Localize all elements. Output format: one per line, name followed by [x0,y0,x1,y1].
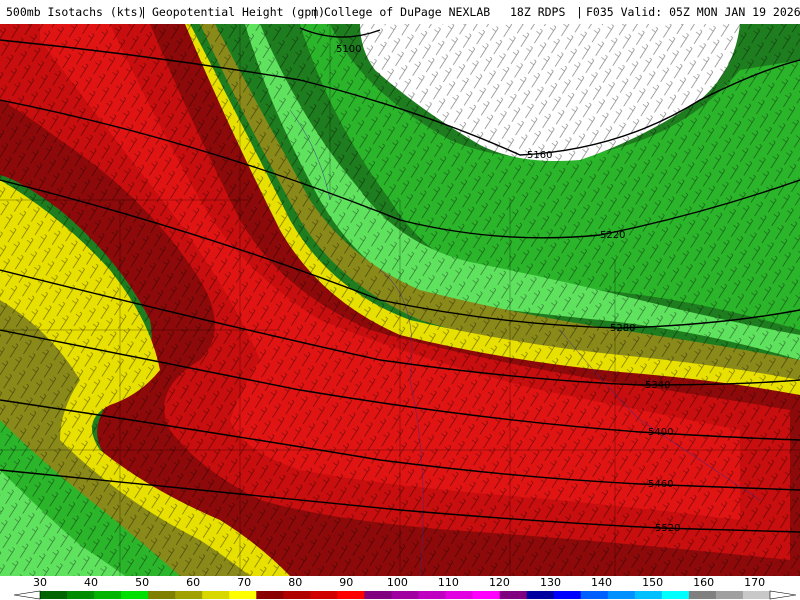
colorbar-swatch [418,591,447,599]
colorbar-swatch [688,591,717,599]
header-sep-2: | [312,5,319,19]
header-forecast: F035 Valid: 05Z MON JAN 19 2026 [586,5,800,19]
header-model: 18Z RDPS [510,5,565,19]
colorbar-swatch [67,591,95,599]
colorbar-ticks: 30 40 50 60 70 80 90 100 110 120 130 140 150 160 170 [33,576,765,589]
colorbar-swatch [661,591,690,599]
colorbar-tick-label: 90 [339,576,353,589]
contour-label-5340: 5340 [645,380,670,391]
colorbar: 30 40 50 60 70 80 90 100 110 120 130 140 150 160 170 [0,576,800,600]
colorbar-tick-label: 130 [540,576,561,589]
colorbar-swatch [526,591,555,599]
colorbar-tick-label: 150 [642,576,663,589]
colorbar-swatch [364,591,392,599]
colorbar-swatch [499,591,528,599]
isotach-map: 500mb Isotachs (kts) | Geopotential Heig… [0,0,800,600]
contour-label-5520: 5520 [655,523,680,534]
colorbar-tick-label: 50 [135,576,149,589]
colorbar-swatch [391,591,420,599]
colorbar-tick-label: 70 [237,576,251,589]
contour-label-5100: 5100 [336,44,361,55]
contour-label-5460: 5460 [648,479,673,490]
header-field: Geopotential Height (gpm) [152,5,325,19]
colorbar-swatch [445,591,474,599]
header-product: 500mb Isotachs (kts) [6,5,144,19]
colorbar-swatch [715,591,744,599]
colorbar-swatch [121,591,149,599]
colorbar-tick-label: 100 [387,576,408,589]
colorbar-swatch [607,591,636,599]
contour-label-5280: 5280 [610,323,635,334]
header-sep-1: | [140,5,147,19]
colorbar-swatch [742,591,771,599]
contour-label-5400: 5400 [648,427,673,438]
colorbar-swatch [580,591,609,599]
colorbar-swatch [175,591,203,599]
contour-label-5160: 5160 [527,150,552,161]
colorbar-tick-label: 80 [288,576,302,589]
colorbar-tick-label: 60 [186,576,200,589]
colorbar-swatch [148,591,176,599]
colorbar-tick-label: 30 [33,576,47,589]
colorbar-tick-label: 140 [591,576,612,589]
colorbar-tick-label: 160 [693,576,714,589]
colorbar-tick-label: 110 [438,576,459,589]
colorbar-tick-label: 170 [744,576,765,589]
colorbar-swatch [256,591,284,599]
colorbar-tick-label: 120 [489,576,510,589]
colorbar-swatch [310,591,338,599]
colorbar-swatch [202,591,230,599]
colorbar-swatch [634,591,663,599]
map-field: 5100 5160 5220 5280 5340 5400 5460 5520 [0,24,800,576]
colorbar-swatch [553,591,582,599]
colorbar-swatch [283,591,311,599]
colorbar-swatches [40,591,771,599]
colorbar-swatch [337,591,365,599]
header-sep-3: | [576,5,583,19]
colorbar-tick-label: 40 [84,576,98,589]
colorbar-swatch [94,591,122,599]
colorbar-swatch [229,591,257,599]
header-source: College of DuPage NEXLAB [324,5,490,19]
colorbar-swatch [472,591,501,599]
colorbar-swatch [40,591,68,599]
contour-label-5220: 5220 [600,230,625,241]
